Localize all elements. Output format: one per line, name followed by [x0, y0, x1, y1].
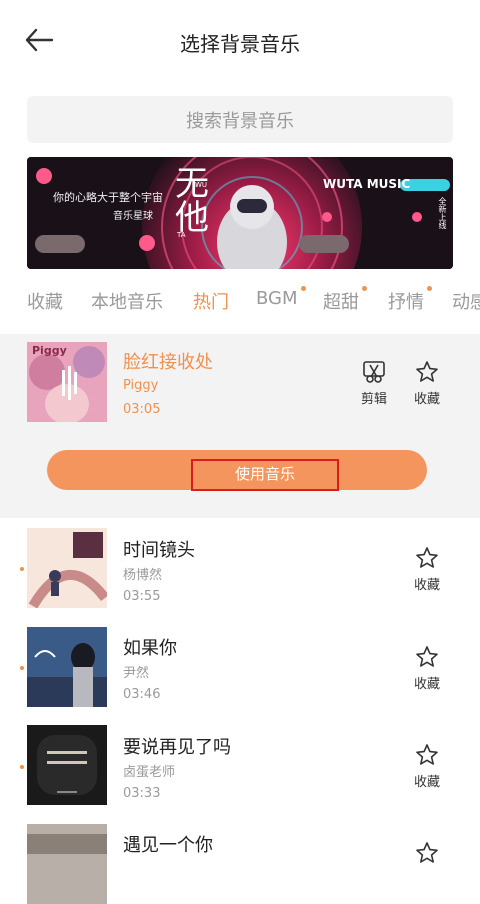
scissors-icon [363, 361, 385, 383]
song-duration: 03:33 [123, 786, 161, 801]
favorite-button[interactable]: 收藏 [407, 645, 447, 692]
album-cover[interactable] [27, 528, 107, 608]
promo-banner[interactable]: 你的心略大于整个宇宙 音乐星球 无他 WU TA WUTA MUSIC 全新上线 [27, 157, 453, 269]
album-cover[interactable]: Piggy [27, 342, 107, 422]
page-title: 选择背景音乐 [180, 32, 300, 56]
album-cover[interactable] [27, 627, 107, 707]
edit-button[interactable]: 剪辑 [354, 360, 394, 407]
search-placeholder: 搜索背景音乐 [186, 110, 294, 132]
song-title[interactable]: 如果你 [123, 634, 177, 660]
top-bar: 选择背景音乐 [0, 0, 480, 82]
tab-lyrical-label: 抒情 [388, 292, 424, 313]
song-title[interactable]: 时间镜头 [123, 536, 195, 562]
star-icon [416, 646, 438, 667]
favorite-label: 收藏 [413, 578, 440, 593]
song-title[interactable]: 要说再见了吗 [123, 733, 231, 759]
favorite-label: 收藏 [413, 392, 440, 407]
song-artist: 卤蛋老师 [123, 765, 176, 780]
banner-small-b: TA [177, 231, 186, 239]
banner-sublabel: 音乐星球 [113, 211, 153, 222]
favorite-label: 收藏 [413, 677, 440, 692]
banner-lyric: 你的心略大于整个宇宙 [53, 191, 163, 204]
use-music-label[interactable]: 使用音乐 [191, 459, 339, 491]
song-duration: 03:46 [123, 687, 161, 702]
new-dot-indicator [362, 286, 367, 291]
banner-title: 无他 [175, 164, 209, 238]
tab-sweet[interactable]: 超甜 [323, 286, 367, 314]
song-title[interactable]: 遇见一个你 [123, 831, 213, 857]
new-dot-indicator [427, 286, 432, 291]
star-icon [416, 842, 438, 863]
banner-small-a: WU [195, 181, 208, 189]
playing-dot-indicator [20, 666, 24, 670]
tab-sweet-label: 超甜 [323, 292, 359, 313]
favorite-button[interactable]: 收藏 [407, 360, 447, 407]
edit-label: 剪辑 [360, 392, 387, 407]
category-tabs: 收藏 本地音乐 热门 BGM 超甜 抒情 动感 [0, 282, 480, 322]
favorite-button[interactable] [407, 841, 447, 869]
cover-text: Piggy [32, 344, 67, 357]
tab-bgm[interactable]: BGM [256, 286, 306, 309]
selected-song-artist: Piggy [123, 378, 159, 393]
tab-lyrical[interactable]: 抒情 [388, 286, 432, 314]
song-artist: 杨博然 [123, 568, 163, 583]
playing-dot-indicator [20, 567, 24, 571]
song-artist: 尹然 [123, 666, 150, 681]
banner-artwork [27, 157, 453, 269]
playing-dot-indicator [20, 765, 24, 769]
album-cover[interactable] [27, 725, 107, 805]
banner-brand: WUTA MUSIC [323, 177, 411, 191]
search-input[interactable]: 搜索背景音乐 [27, 96, 453, 143]
selected-song-title[interactable]: 脸红接收处 [123, 348, 213, 374]
star-icon [416, 744, 438, 765]
tab-favorites[interactable]: 收藏 [27, 288, 63, 314]
star-icon [416, 547, 438, 568]
song-duration: 03:55 [123, 589, 161, 604]
tab-bgm-label: BGM [256, 288, 298, 309]
album-cover[interactable] [27, 824, 107, 904]
cover-art [27, 528, 107, 608]
new-dot-indicator [300, 286, 306, 291]
cover-art [27, 725, 107, 805]
cover-art [27, 627, 107, 707]
favorite-button[interactable]: 收藏 [407, 743, 447, 790]
selected-song-duration: 03:05 [123, 402, 161, 417]
banner-side-label: 全新上线 [438, 197, 447, 229]
tab-dynamic[interactable]: 动感 [452, 288, 480, 314]
favorite-label: 收藏 [413, 775, 440, 790]
tab-local-music[interactable]: 本地音乐 [91, 288, 163, 314]
tab-hot[interactable]: 热门 [193, 288, 229, 314]
favorite-button[interactable]: 收藏 [407, 546, 447, 593]
star-icon [416, 361, 438, 382]
cover-art [27, 824, 107, 904]
